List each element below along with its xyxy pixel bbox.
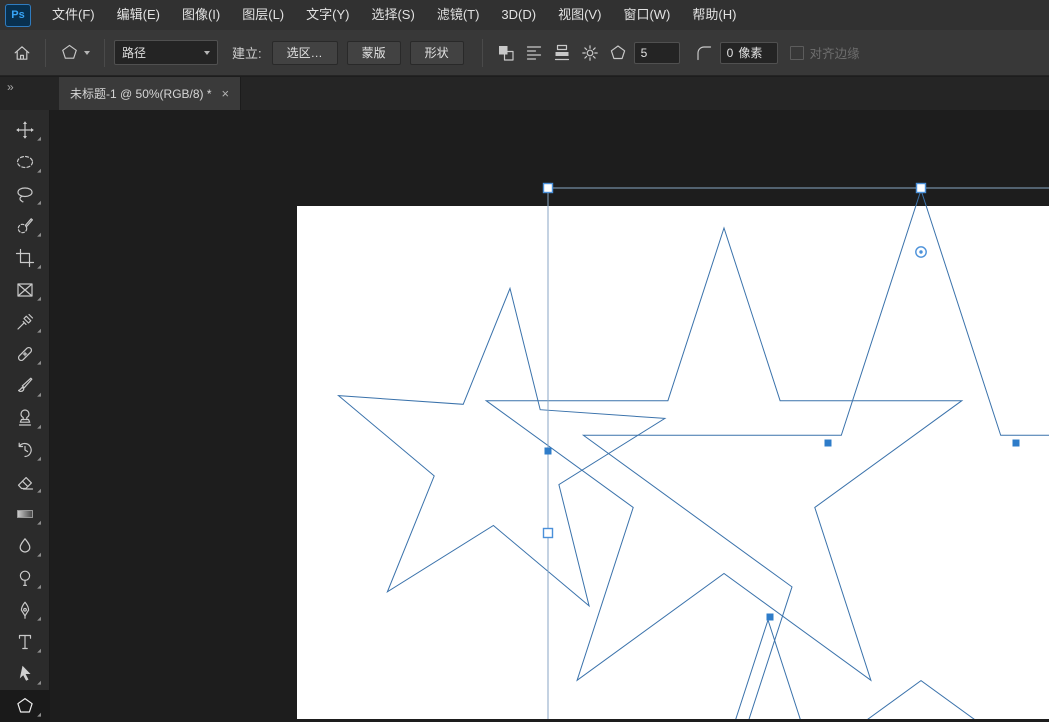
divider xyxy=(45,39,46,67)
menu-view[interactable]: 视图(V) xyxy=(547,0,612,30)
path-selection-icon xyxy=(15,664,35,684)
path-alignment-button[interactable] xyxy=(520,39,548,67)
move-icon xyxy=(15,120,35,140)
tools-panel xyxy=(0,110,50,719)
document-tab[interactable]: 未标题-1 @ 50%(RGB/8) * × xyxy=(59,77,241,110)
menu-items: 文件(F)编辑(E)图像(I)图层(L)文字(Y)选择(S)滤镜(T)3D(D)… xyxy=(41,0,747,30)
polygon-sides-input[interactable] xyxy=(634,42,680,64)
chevron-down-icon xyxy=(84,51,90,55)
type-icon xyxy=(15,632,35,652)
path-arrangement-button[interactable] xyxy=(548,39,576,67)
frame-tool[interactable] xyxy=(0,274,50,306)
corner-radius-value: 0 xyxy=(727,46,734,60)
align-edges-label: 对齐边缘 xyxy=(810,43,860,62)
collapse-panels-chevron[interactable]: » xyxy=(0,77,50,110)
brush-icon xyxy=(15,376,35,396)
divider xyxy=(104,39,105,67)
eraser-tool[interactable] xyxy=(0,466,50,498)
gradient-icon xyxy=(15,504,35,524)
pentagon-icon xyxy=(608,43,628,63)
quick-selection-tool[interactable] xyxy=(0,210,50,242)
align-edges-checkbox[interactable] xyxy=(790,46,804,60)
corner-radius-unit: 像素 xyxy=(738,44,762,61)
clone-stamp-icon xyxy=(15,408,35,428)
quick-selection-icon xyxy=(15,216,35,236)
history-brush-tool[interactable] xyxy=(0,434,50,466)
path-alignment-icon xyxy=(524,43,544,63)
tool-preset-dropdown[interactable] xyxy=(55,40,95,65)
polygon-icon xyxy=(15,696,35,716)
chevron-down-icon xyxy=(204,51,210,55)
rounded-corner-icon xyxy=(694,43,714,63)
menu-3d[interactable]: 3D(D) xyxy=(490,0,547,30)
path-selection-tool[interactable] xyxy=(0,658,50,690)
divider xyxy=(482,39,483,67)
clone-stamp-tool[interactable] xyxy=(0,402,50,434)
tab-bar: » 未标题-1 @ 50%(RGB/8) * × xyxy=(0,77,1049,110)
pen-tool[interactable] xyxy=(0,594,50,626)
dodge-icon xyxy=(15,568,35,588)
eyedropper-icon xyxy=(15,312,35,332)
menu-file[interactable]: 文件(F) xyxy=(41,0,106,30)
menu-image[interactable]: 图像(I) xyxy=(171,0,231,30)
elliptical-marquee-icon xyxy=(15,152,35,172)
dodge-tool[interactable] xyxy=(0,562,50,594)
close-tab-icon[interactable]: × xyxy=(222,86,230,101)
shape-settings-button[interactable] xyxy=(576,39,604,67)
corner-radius-field[interactable]: 0 像素 xyxy=(720,42,778,64)
brush-tool[interactable] xyxy=(0,370,50,402)
make-label: 建立: xyxy=(232,43,262,62)
crop-tool[interactable] xyxy=(0,242,50,274)
polygon-tool-icon xyxy=(60,43,79,62)
make-selection-button[interactable]: 选区… xyxy=(272,41,338,65)
healing-brush-tool[interactable] xyxy=(0,338,50,370)
path-arrangement-icon xyxy=(552,43,572,63)
eraser-icon xyxy=(15,472,35,492)
document-tab-title: 未标题-1 @ 50%(RGB/8) * xyxy=(70,85,212,102)
crop-icon xyxy=(15,248,35,268)
options-bar: 路径 建立: 选区… 蒙版 形状 0 像素 对齐边缘 xyxy=(0,30,1049,76)
menu-layer[interactable]: 图层(L) xyxy=(231,0,295,30)
eyedropper-tool[interactable] xyxy=(0,306,50,338)
type-tool[interactable] xyxy=(0,626,50,658)
polygon-sides-icon xyxy=(604,39,632,67)
history-brush-icon xyxy=(15,440,35,460)
lasso-tool[interactable] xyxy=(0,178,50,210)
path-operations-button[interactable] xyxy=(492,39,520,67)
document-canvas[interactable] xyxy=(297,206,1049,719)
pen-icon xyxy=(15,600,35,620)
make-shape-button[interactable]: 形状 xyxy=(410,41,464,65)
gradient-tool[interactable] xyxy=(0,498,50,530)
menu-help[interactable]: 帮助(H) xyxy=(681,0,747,30)
tool-mode-select[interactable]: 路径 xyxy=(114,40,218,65)
elliptical-marquee-tool[interactable] xyxy=(0,146,50,178)
corner-radius-icon xyxy=(690,39,718,67)
polygon-tool[interactable] xyxy=(0,690,50,722)
menu-window[interactable]: 窗口(W) xyxy=(612,0,681,30)
photoshop-logo: Ps xyxy=(5,4,31,27)
menu-type[interactable]: 文字(Y) xyxy=(295,0,360,30)
tool-mode-value: 路径 xyxy=(122,44,146,61)
blur-icon xyxy=(15,536,35,556)
frame-icon xyxy=(15,280,35,300)
make-mask-button[interactable]: 蒙版 xyxy=(347,41,401,65)
menu-edit[interactable]: 编辑(E) xyxy=(106,0,171,30)
home-icon xyxy=(12,43,32,63)
menu-select[interactable]: 选择(S) xyxy=(360,0,425,30)
path-operations-icon xyxy=(496,43,516,63)
move-tool[interactable] xyxy=(0,114,50,146)
gear-icon xyxy=(580,43,600,63)
blur-tool[interactable] xyxy=(0,530,50,562)
healing-brush-icon xyxy=(15,344,35,364)
menu-filter[interactable]: 滤镜(T) xyxy=(426,0,491,30)
lasso-icon xyxy=(15,184,35,204)
menu-bar: Ps 文件(F)编辑(E)图像(I)图层(L)文字(Y)选择(S)滤镜(T)3D… xyxy=(0,0,1049,31)
home-button[interactable] xyxy=(8,39,36,67)
